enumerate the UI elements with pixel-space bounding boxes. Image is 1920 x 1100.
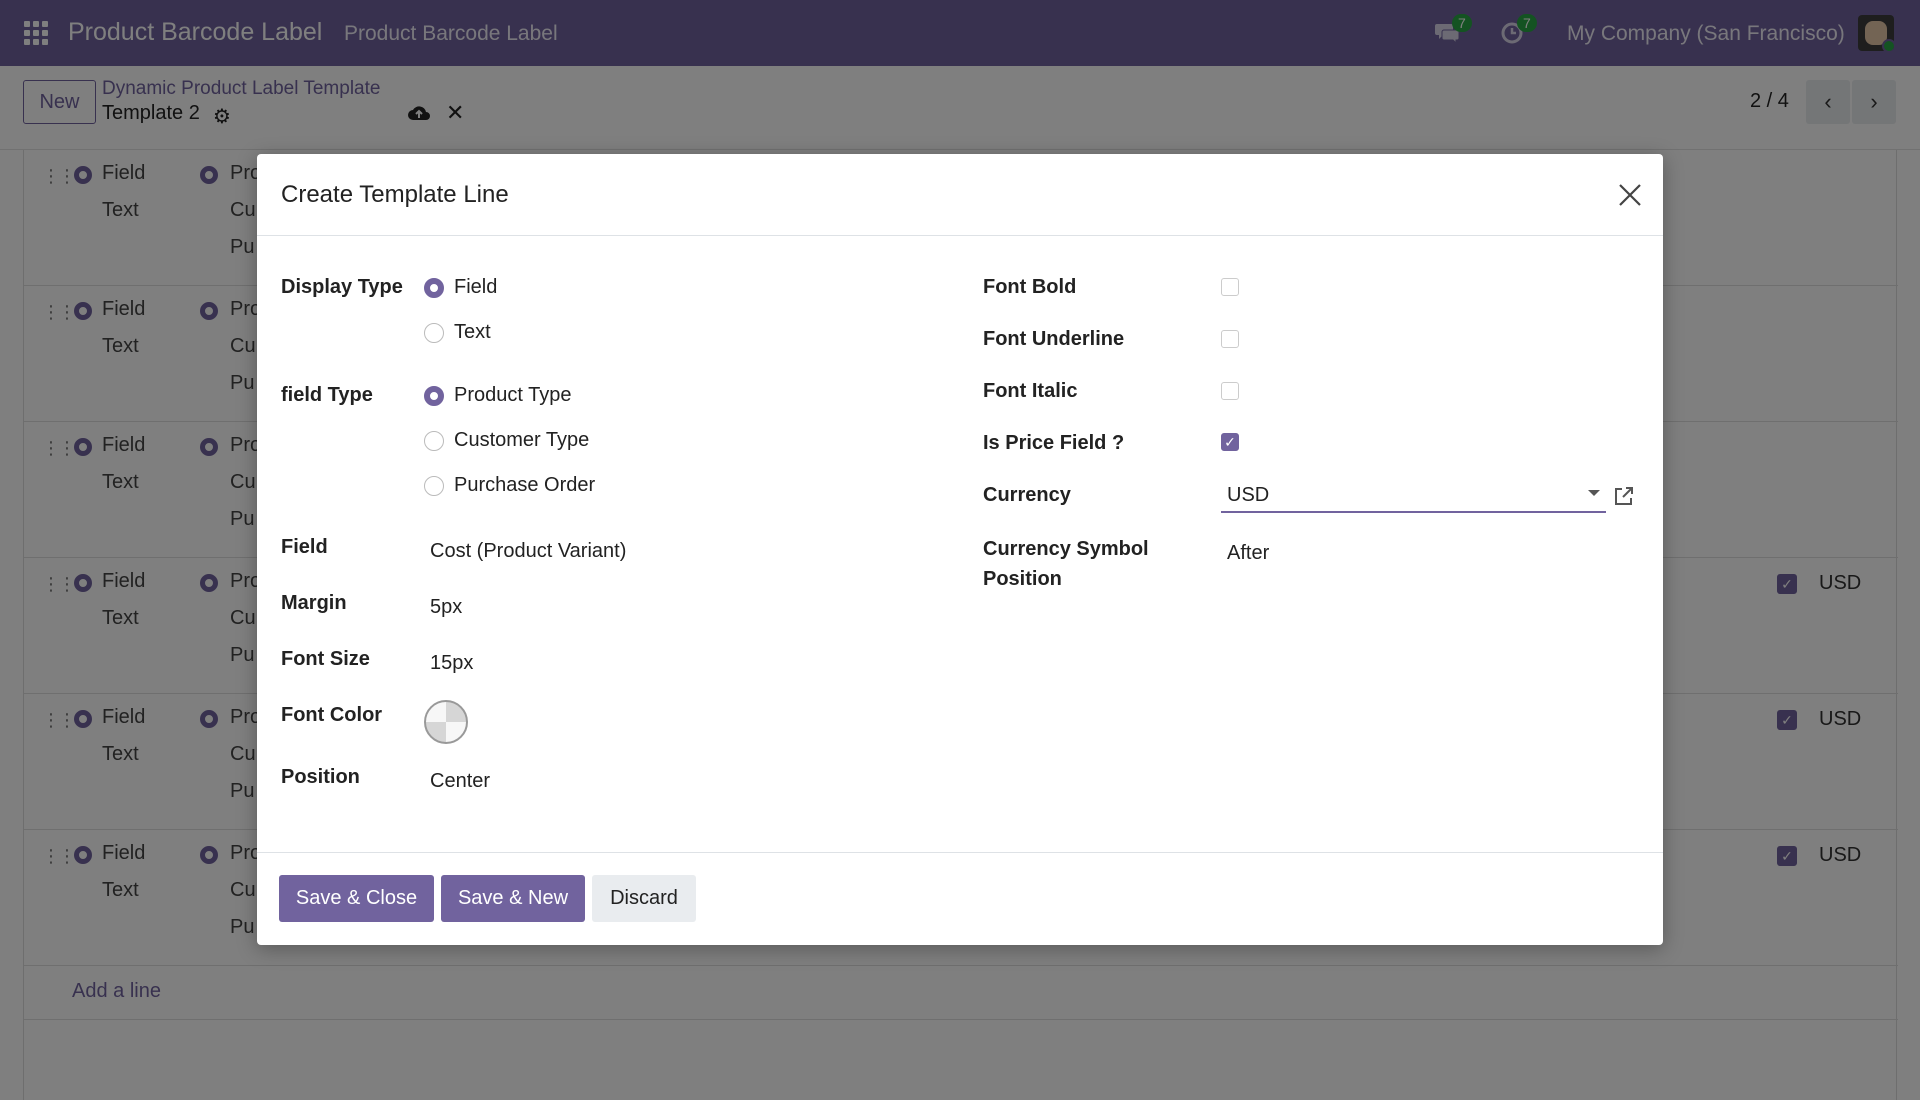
- chevron-down-icon[interactable]: [1588, 490, 1600, 496]
- font-underline-checkbox[interactable]: [1221, 330, 1239, 348]
- display-type-text-option[interactable]: Text: [454, 321, 491, 344]
- field-type-customer-option[interactable]: Customer Type: [454, 429, 589, 452]
- create-template-line-dialog: Create Template Line Display Type Field …: [257, 154, 1663, 945]
- is-price-field-label: Is Price Field ?: [983, 432, 1125, 454]
- field-label: Field: [281, 536, 328, 558]
- discard-button[interactable]: Discard: [592, 875, 696, 922]
- is-price-field-checkbox[interactable]: ✓: [1221, 433, 1239, 451]
- external-link-icon[interactable]: [1612, 484, 1636, 508]
- field-type-customer-radio[interactable]: [424, 431, 444, 451]
- font-color-picker[interactable]: [424, 700, 468, 744]
- currency-symbol-position-label-line2: Position: [983, 568, 1062, 590]
- close-icon[interactable]: [1615, 180, 1645, 210]
- modal-footer: Save & Close Save & New Discard: [257, 852, 1663, 945]
- font-size-label: Font Size: [281, 648, 370, 670]
- display-type-label: Display Type: [281, 276, 403, 298]
- currency-symbol-position-label: Currency Symbol: [983, 538, 1149, 560]
- currency-label: Currency: [983, 484, 1071, 506]
- modal-title: Create Template Line: [281, 181, 509, 208]
- font-underline-label: Font Underline: [983, 328, 1125, 350]
- field-type-purchase-radio[interactable]: [424, 476, 444, 496]
- font-bold-label: Font Bold: [983, 276, 1077, 298]
- font-italic-label: Font Italic: [983, 380, 1078, 402]
- position-label: Position: [281, 766, 360, 788]
- currency-symbol-position-value[interactable]: After: [1227, 542, 1269, 565]
- font-italic-checkbox[interactable]: [1221, 382, 1239, 400]
- field-type-purchase-option[interactable]: Purchase Order: [454, 474, 595, 497]
- font-color-label: Font Color: [281, 704, 383, 726]
- field-type-product-radio[interactable]: [424, 386, 444, 406]
- position-value[interactable]: Center: [430, 770, 490, 793]
- save-close-button[interactable]: Save & Close: [279, 875, 434, 922]
- modal-header: Create Template Line: [257, 154, 1663, 236]
- display-type-field-radio[interactable]: [424, 278, 444, 298]
- currency-input[interactable]: [1221, 479, 1606, 513]
- margin-value[interactable]: 5px: [430, 596, 462, 619]
- display-type-text-radio[interactable]: [424, 323, 444, 343]
- font-bold-checkbox[interactable]: [1221, 278, 1239, 296]
- font-size-value[interactable]: 15px: [430, 652, 473, 675]
- margin-label: Margin: [281, 592, 347, 614]
- field-value[interactable]: Cost (Product Variant): [430, 540, 626, 563]
- save-new-button[interactable]: Save & New: [441, 875, 585, 922]
- field-type-label: field Type: [281, 384, 373, 406]
- display-type-field-option[interactable]: Field: [454, 276, 497, 299]
- field-type-product-option[interactable]: Product Type: [454, 384, 571, 407]
